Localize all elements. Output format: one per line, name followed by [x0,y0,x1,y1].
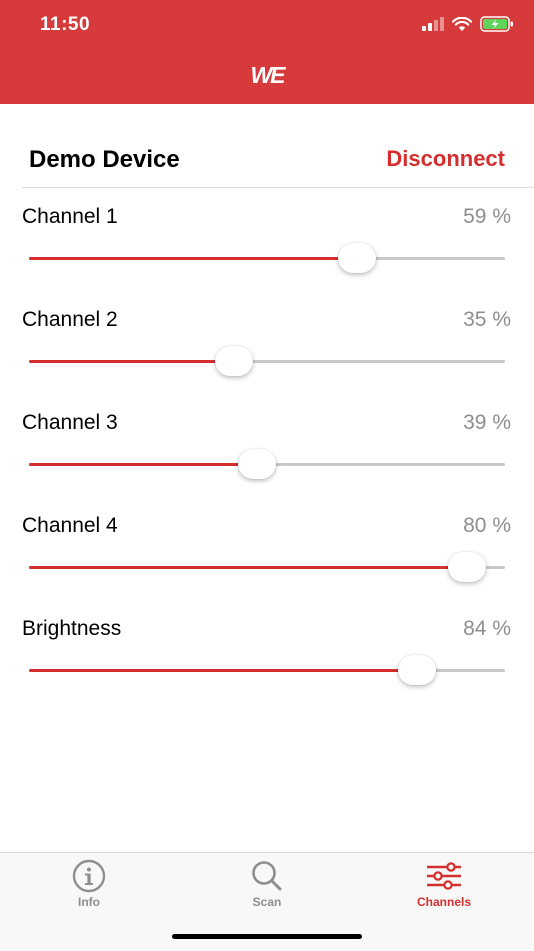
channel-label: Channel 1 [22,205,118,228]
channel-value: 80 % [463,514,511,537]
sliders-icon [427,862,461,890]
channel-value: 59 % [463,205,511,228]
channel-label: Brightness [22,617,122,640]
slider-fill [29,669,417,672]
channel-row-3: Channel 3 39 % [0,411,534,511]
tab-label: Scan [252,895,282,909]
we-logo: WE [250,62,285,88]
channel-row-1: Channel 1 59 % [0,205,534,305]
brightness-row: Brightness 84 % [0,617,534,717]
tab-label: Info [78,895,100,909]
slider-fill [29,257,358,260]
disconnect-button[interactable]: Disconnect [386,146,505,172]
channel-2-slider[interactable] [29,346,505,376]
channel-row-2: Channel 2 35 % [0,308,534,408]
slider-thumb[interactable] [447,552,486,582]
tab-info[interactable]: Info [29,859,149,909]
brightness-slider[interactable] [29,655,505,685]
device-name: Demo Device [29,146,180,173]
device-row: Demo Device Disconnect [0,132,534,188]
slider-thumb[interactable] [238,449,277,479]
channel-label: Channel 2 [22,308,118,331]
channel-value: 84 % [463,617,511,640]
channel-4-slider[interactable] [29,552,505,582]
channel-label: Channel 4 [22,514,118,537]
slider-fill [29,360,234,363]
channel-3-slider[interactable] [29,449,505,479]
slider-fill [29,463,258,466]
channel-label: Channel 3 [22,411,118,434]
slider-thumb[interactable] [214,346,253,376]
tab-label: Channels [416,895,471,909]
status-time: 11:50 [40,14,91,35]
wifi-icon [452,16,472,31]
divider [22,187,534,188]
slider-thumb[interactable] [397,655,436,685]
slider-fill [29,566,467,569]
battery-icon [480,16,513,32]
app-header: 11:50 WE [0,0,534,104]
channel-value: 39 % [463,411,511,434]
status-icons [422,16,514,32]
tab-scan[interactable]: Scan [207,859,327,909]
home-indicator [172,934,362,939]
channel-1-slider[interactable] [29,243,505,273]
tab-channels[interactable]: Channels [384,859,504,909]
info-icon [72,859,106,893]
slider-thumb[interactable] [338,243,377,273]
channel-row-4: Channel 4 80 % [0,514,534,614]
channel-value: 35 % [463,308,511,331]
search-icon [252,861,282,891]
cellular-signal-icon [422,17,444,31]
